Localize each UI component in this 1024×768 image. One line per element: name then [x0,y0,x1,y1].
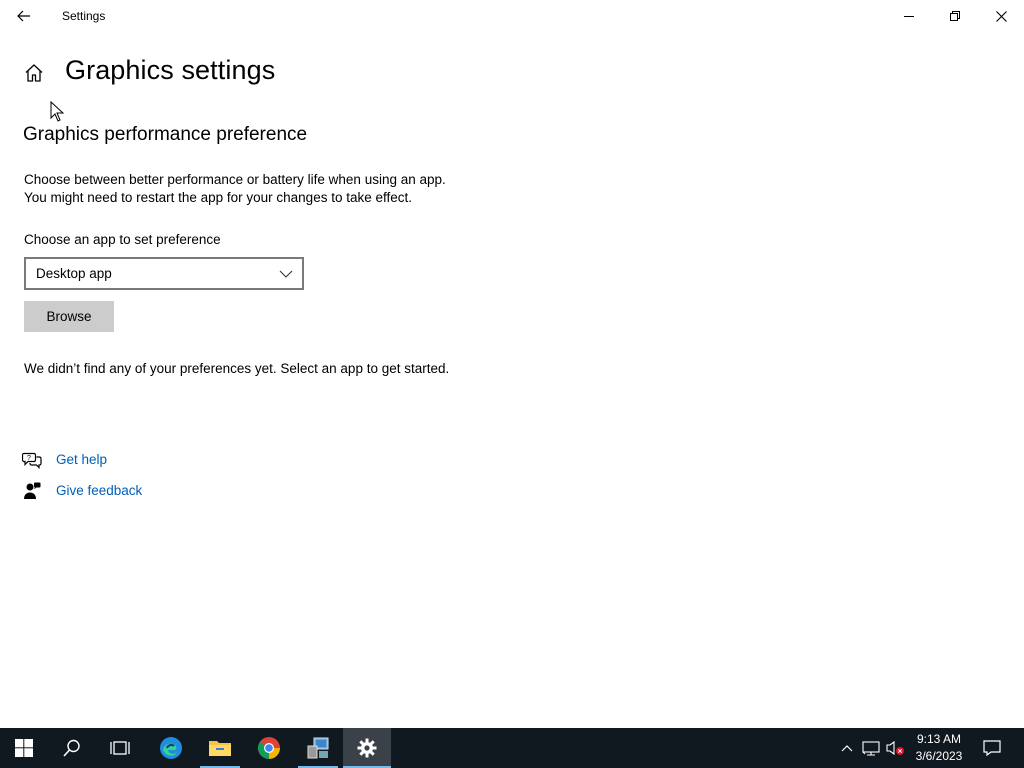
window-title: Settings [62,9,106,23]
back-arrow-icon [17,10,30,22]
notification-icon [983,740,1001,756]
file-explorer-taskbar-item[interactable] [196,728,244,768]
settings-taskbar-item[interactable] [343,728,391,768]
file-explorer-icon [209,741,231,756]
give-feedback-link[interactable]: Give feedback [56,483,142,498]
app-type-dropdown[interactable]: Desktop app [24,257,304,290]
start-button[interactable] [0,728,48,768]
restore-icon [950,11,960,21]
description-line-2: You might need to restart the app for yo… [24,190,412,205]
close-icon [995,10,1007,22]
clock-time: 9:13 AM [916,732,962,746]
volume-muted-icon [886,740,904,756]
back-button[interactable] [0,0,48,32]
mouse-cursor-icon [50,101,64,122]
clock-date: 3/6/2023 [915,749,963,763]
task-view-icon [110,741,130,755]
title-bar: Settings [0,0,1024,32]
feedback-person-icon [22,481,42,501]
choose-app-label: Choose an app to set preference [24,232,221,247]
action-center-button[interactable] [976,728,1008,768]
restore-button[interactable] [932,0,978,32]
svg-text:?: ? [27,455,31,462]
chat-help-icon: ? [22,450,42,470]
get-help-link[interactable]: Get help [56,452,107,467]
chevron-up-icon [841,745,853,752]
edge-taskbar-item[interactable] [147,728,195,768]
section-title: Graphics performance preference [23,124,308,145]
control-panel-taskbar-item[interactable] [294,728,342,768]
search-button[interactable] [48,728,96,768]
chevron-down-icon [279,270,293,278]
settings-window: Settings Graphics settings Graphics perf… [0,0,1024,728]
dropdown-selected-value: Desktop app [36,266,112,281]
give-feedback-row[interactable]: Give feedback [22,480,142,502]
taskbar-clock[interactable]: 9:13 AM 3/6/2023 [908,731,970,765]
network-icon [862,741,880,756]
section-description: Choose between better performance or bat… [24,171,624,207]
control-panel-icon [307,737,329,759]
edge-icon [160,737,182,759]
task-view-button[interactable] [96,728,144,768]
minimize-icon [904,16,914,17]
chrome-icon [258,737,280,759]
volume-tray-button[interactable] [884,728,908,768]
taskbar: 9:13 AM 3/6/2023 [0,728,1024,768]
empty-preferences-message: We didn’t find any of your preferences y… [24,361,450,376]
get-help-row[interactable]: ? Get help [22,449,107,471]
network-tray-button[interactable] [859,728,883,768]
show-hidden-icons-button[interactable] [835,728,859,768]
close-button[interactable] [978,0,1024,32]
settings-gear-icon [357,738,377,758]
minimize-button[interactable] [886,0,932,32]
search-icon [63,739,80,757]
browse-button[interactable]: Browse [24,301,114,332]
chrome-taskbar-item[interactable] [245,728,293,768]
page-title: Graphics settings [65,55,276,85]
home-icon[interactable] [22,61,46,85]
windows-start-icon [15,739,33,757]
description-line-1: Choose between better performance or bat… [24,172,446,187]
